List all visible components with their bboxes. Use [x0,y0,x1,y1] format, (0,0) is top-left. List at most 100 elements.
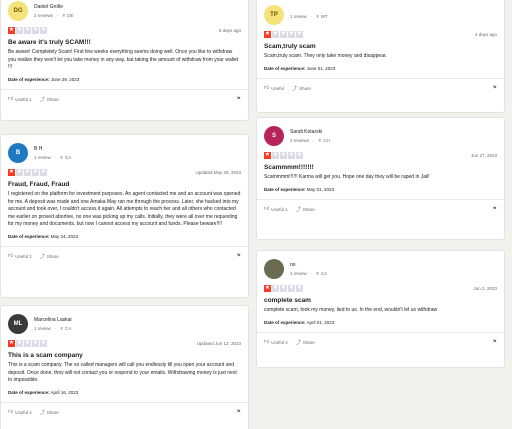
experience-label: Date of experience: [8,76,50,82]
star-icon: ★ [288,152,295,159]
reviewer-name[interactable]: no [290,262,327,268]
rating-row: ★ ★ ★ ★ ★ 4 days ago [264,31,497,38]
reviewer-name[interactable]: B H [34,146,71,152]
separator-dot: · [310,271,313,276]
review-date: 4 days ago [474,32,497,37]
useful-button[interactable]: 👍︎ Useful 2 [264,339,288,345]
experience-date: June 01, 2023 [306,65,336,71]
avatar[interactable]: ML [8,314,28,334]
experience-date: April 01, 2023 [306,319,335,325]
review-actions: 👍︎ Useful 1 ⤴ Share ⚑ [264,200,497,219]
experience-date: April 16, 2023 [50,389,79,395]
location-pin-icon: ⌾ [316,14,319,19]
review-title[interactable]: Scammmm!!!!!!! [264,164,497,171]
review-card: DG Daniel Grolle 2 reviews · ⌾ DE ★ ★ ★ … [0,0,249,121]
review-title[interactable]: Scam,truly scam [264,43,497,50]
date-of-experience: Date of experience: May 24, 2023 [8,234,241,239]
reviewer-name[interactable]: Daniel Grolle [34,4,73,10]
rating-row: ★ ★ ★ ★ ★ 6 days ago [8,27,241,34]
review-title[interactable]: Be aware it's truly SCAM!!! [8,39,241,46]
review-count: 1 review [34,326,51,331]
review-body: Be aware! Completely Scam! First few wee… [8,49,239,71]
star-icon: ★ [8,27,15,34]
star-icon: ★ [16,340,23,347]
review-body: Scam,truly scam. They only take money an… [264,53,387,59]
star-icon: ★ [8,340,15,347]
flag-icon[interactable]: ⚑ [237,409,241,415]
star-icon: ★ [272,285,279,292]
share-button[interactable]: ⤴ Share [40,253,59,260]
useful-label: Useful 1 [15,96,32,102]
review-body: Scammmm!!!!!! Karma will get you. Hope o… [264,174,430,180]
star-icon: ★ [24,169,31,176]
experience-label: Date of experience: [8,389,50,395]
rating-row: ★ ★ ★ ★ ★ Jun 27, 2023 [264,152,497,159]
review-actions: 👍︎ Useful 2 ⤴ Share ⚑ [264,333,497,352]
star-icon: ★ [24,340,31,347]
flag-icon[interactable]: ⚑ [493,206,497,212]
location-pin-icon: ⌾ [318,138,322,143]
avatar[interactable]: DG [8,1,28,21]
reviewer-name[interactable]: Sandi Kotarski [290,129,330,135]
location-pin-icon: ⌾ [60,155,63,160]
star-icon: ★ [32,27,39,34]
share-icon: ⤴ [39,253,45,260]
review-title[interactable]: Fraud, Fraud, Fraud [8,181,241,188]
reviewer-country: CA [320,271,328,276]
review-card: S Sandi Kotarski 2 reviews · ⌾ CH ★ ★ ★ … [256,117,505,240]
useful-button[interactable]: 👍︎ Useful 2 [8,253,32,259]
share-button[interactable]: ⤴ Share [296,339,315,346]
flag-icon[interactable]: ⚑ [237,253,241,259]
star-icon: ★ [264,152,271,159]
share-label: Share [302,339,315,345]
review-body: This is a scam company. The so called ma… [8,362,237,384]
avatar[interactable]: B [8,143,28,163]
review-date: Jun 2, 2023 [473,286,497,291]
useful-button[interactable]: 👍︎ Useful 1 [264,206,288,212]
review-count: 2 reviews [290,138,310,143]
location-pin-icon: ⌾ [62,13,66,18]
star-rating: ★ ★ ★ ★ ★ [8,340,47,347]
separator-dot: · [54,326,57,331]
star-icon: ★ [40,340,47,347]
flag-icon[interactable]: ⚑ [493,85,497,91]
share-button[interactable]: ⤴ Share [40,409,59,416]
rating-row: ★ ★ ★ ★ ★ Updated Jun 12, 2023 [8,340,241,347]
share-icon: ⤴ [295,339,301,346]
avatar[interactable] [264,259,284,279]
share-button[interactable]: ⤴ Share [292,85,311,92]
star-rating: ★ ★ ★ ★ ★ [264,31,303,38]
share-button[interactable]: ⤴ Share [40,96,59,103]
review-title[interactable]: complete scam [264,297,497,304]
useful-label: Useful 2 [271,339,288,345]
review-actions: 👍︎ Useful 1 ⤴ Share ⚑ [8,90,241,109]
star-icon: ★ [288,31,295,38]
reviewer-country: CH [323,138,330,143]
star-icon: ★ [40,169,47,176]
reviewer-country: MT [320,14,328,19]
flag-icon[interactable]: ⚑ [237,96,241,102]
reviewer-name[interactable]: Marcelina Laskar [34,317,72,323]
star-icon: ★ [16,27,23,34]
star-icon: ★ [264,31,271,38]
separator-dot: · [313,138,315,143]
review-actions: 👍︎ Useful ⤴ Share ⚑ [264,79,497,98]
review-title[interactable]: This is a scam company [8,352,241,359]
avatar[interactable]: TP [264,5,284,25]
review-count: 1 review [290,14,307,19]
share-button[interactable]: ⤴ Share [296,206,315,213]
useful-button[interactable]: 👍︎ Useful [264,85,284,91]
date-of-experience: Date of experience: April 01, 2023 [264,320,497,325]
review-date: 6 days ago [218,28,241,33]
useful-label: Useful [271,85,284,91]
date-of-experience: Date of experience: May 01, 2023 [264,187,497,192]
useful-button[interactable]: 👍︎ Useful 1 [8,96,32,102]
location-pin-icon: ⌾ [60,326,63,331]
review-body: I registered on the platform for investm… [8,191,241,228]
experience-date: May 01, 2023 [306,186,335,192]
useful-button[interactable]: 👍︎ Useful 4 [8,409,32,415]
review-header: TP 1 review · ⌾ MT [264,5,497,25]
star-rating: ★ ★ ★ ★ ★ [8,169,47,176]
avatar[interactable]: S [264,126,284,146]
flag-icon[interactable]: ⚑ [493,339,497,345]
